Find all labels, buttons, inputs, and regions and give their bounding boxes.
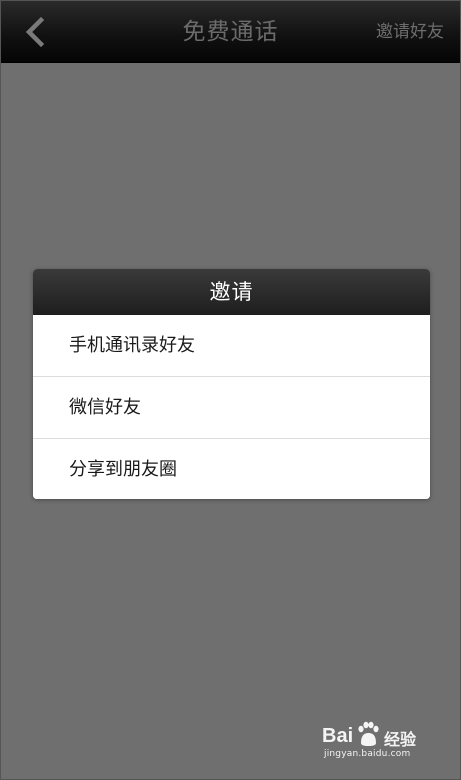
dialog-title: 邀请 [33,269,430,315]
option-share-moments[interactable]: 分享到朋友圈 [33,439,430,499]
option-wechat-friends[interactable]: 微信好友 [33,377,430,439]
watermark-brand-cn: 经验 [384,730,417,749]
watermark-domain: jingyan.baidu.com [324,749,411,759]
invite-friends-button[interactable]: 邀请好友 [376,1,444,63]
watermark-brand: Bai [322,725,354,747]
top-navbar: 免费通话 邀请好友 [1,1,460,63]
paw-icon [355,721,381,751]
screen: 免费通话 邀请好友 邀请 手机通讯录好友 微信好友 分享到朋友圈 Bai 经验 … [0,0,461,780]
option-contacts-friends[interactable]: 手机通讯录好友 [33,315,430,377]
chevron-left-icon [25,16,45,48]
invite-dialog: 邀请 手机通讯录好友 微信好友 分享到朋友圈 [33,269,430,499]
back-button[interactable] [19,15,53,49]
baidu-jingyan-watermark: Bai 经验 jingyan.baidu.com [322,721,432,765]
